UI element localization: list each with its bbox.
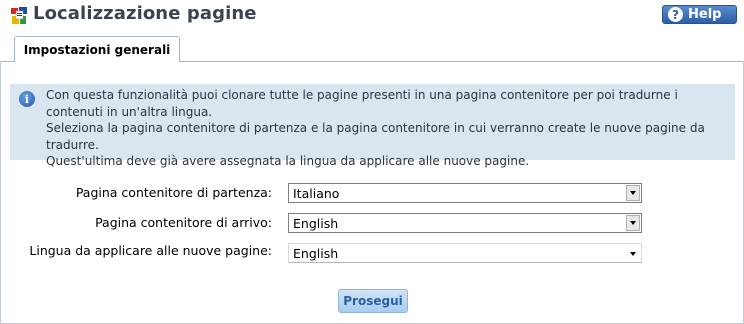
settings-panel: i Con questa funzionalità puoi clonare t… xyxy=(0,61,744,324)
tab-impostazioni-generali[interactable]: Impostazioni generali xyxy=(14,36,180,62)
target-container-select[interactable]: English xyxy=(288,213,642,233)
source-container-value: Italiano xyxy=(293,186,340,201)
info-line: Con questa funzionalità puoi clonare tut… xyxy=(46,88,678,119)
page-title: Localizzazione pagine xyxy=(33,3,257,24)
language-label: Lingua da applicare alle nuove pagine: xyxy=(29,243,272,258)
language-value: English xyxy=(293,246,339,261)
localization-icon xyxy=(11,7,27,24)
question-circle-icon: ? xyxy=(668,7,683,22)
target-container-row: Pagina contenitore di arrivo: English xyxy=(1,213,744,235)
page: Localizzazione pagine ? Help Impostazion… xyxy=(0,0,744,324)
info-icon: i xyxy=(19,91,35,107)
chevron-down-icon[interactable] xyxy=(630,252,636,256)
info-box: i Con questa funzionalità puoi clonare t… xyxy=(10,84,735,168)
help-button-label: Help xyxy=(688,7,722,22)
header: Localizzazione pagine ? Help xyxy=(0,0,744,34)
source-container-select[interactable]: Italiano xyxy=(288,183,642,203)
info-text: Con questa funzionalità puoi clonare tut… xyxy=(46,87,726,170)
source-container-row: Pagina contenitore di partenza: Italiano xyxy=(1,183,744,205)
chevron-down-icon[interactable] xyxy=(626,215,640,231)
submit-button[interactable]: Prosegui xyxy=(338,289,408,313)
info-line: Quest'ultima deve già avere assegnata la… xyxy=(46,154,530,168)
info-line: Seleziona la pagina contenitore di parte… xyxy=(46,121,705,152)
help-button[interactable]: ? Help xyxy=(662,5,737,24)
chevron-down-icon[interactable] xyxy=(626,185,640,201)
tab-label: Impostazioni generali xyxy=(23,42,171,57)
source-container-label: Pagina contenitore di partenza: xyxy=(75,185,272,200)
tab-strip: Impostazioni generali xyxy=(0,36,744,62)
target-container-value: English xyxy=(293,216,339,231)
submit-button-label: Prosegui xyxy=(343,294,403,308)
target-container-label: Pagina contenitore di arrivo: xyxy=(95,215,272,230)
language-select[interactable]: English xyxy=(288,243,642,263)
language-row: Lingua da applicare alle nuove pagine: E… xyxy=(1,243,744,265)
